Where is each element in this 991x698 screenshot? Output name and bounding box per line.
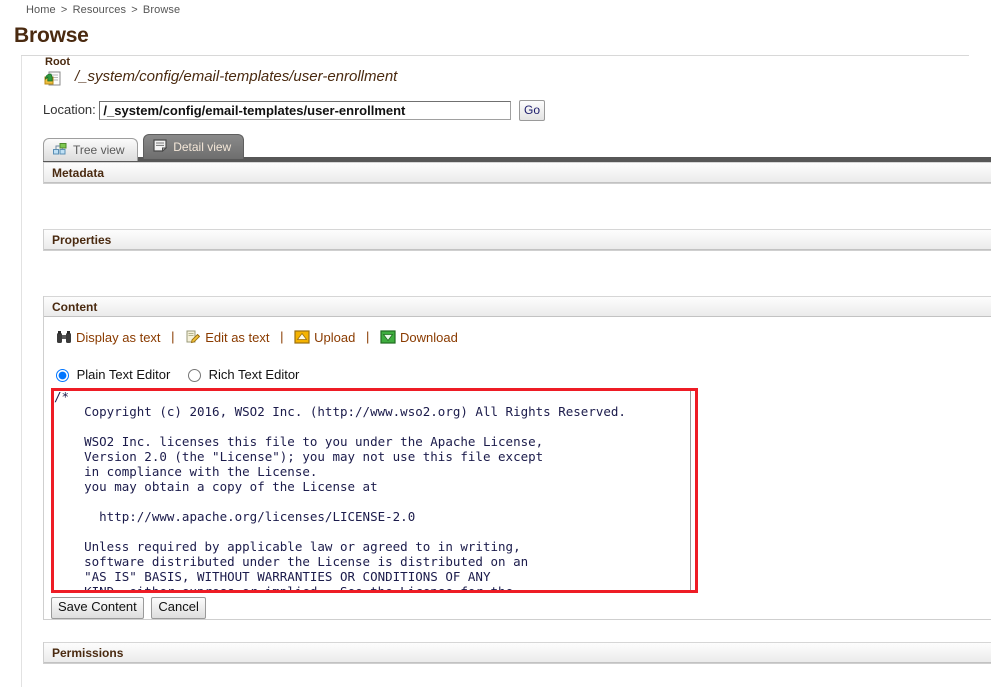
tab-detail-view-label: Detail view xyxy=(173,140,232,154)
location-input[interactable] xyxy=(99,101,512,120)
download-link[interactable]: Download xyxy=(380,330,458,345)
display-as-text-link[interactable]: Display as text xyxy=(56,330,164,345)
view-tabs: Tree view Detail view xyxy=(43,134,991,161)
breadcrumb-item-browse[interactable]: Browse xyxy=(143,4,180,16)
location-label: Location: xyxy=(43,101,96,117)
content-toolbar: Display as text | Edit as text | Upload … xyxy=(44,317,991,345)
root-path: /_system/config/email-templates/user-enr… xyxy=(75,68,398,85)
breadcrumb-separator: > xyxy=(131,4,138,16)
breadcrumb-item-resources[interactable]: Resources xyxy=(73,4,126,16)
upload-arrow-icon xyxy=(294,329,310,345)
toolbar-separator: | xyxy=(280,329,284,345)
tab-tree-view[interactable]: Tree view xyxy=(43,138,138,161)
content-textarea[interactable] xyxy=(51,387,691,591)
panel-properties: Properties xyxy=(43,229,991,251)
plain-text-editor-option[interactable]: Plain Text Editor xyxy=(56,367,174,382)
panel-permissions: Permissions xyxy=(43,641,991,664)
folder-up-icon[interactable] xyxy=(44,70,62,87)
form-actions: Save Content Cancel xyxy=(44,594,991,619)
panel-content-body: Display as text | Edit as text | Upload … xyxy=(44,317,991,619)
panel-permissions-title[interactable]: Permissions xyxy=(44,641,991,663)
detail-view-icon xyxy=(153,139,168,155)
toolbar-separator: | xyxy=(365,329,370,345)
panel-content: Content Display as text | Edit as text |… xyxy=(43,296,991,620)
edit-pencil-icon xyxy=(185,329,201,345)
panel-gap xyxy=(32,251,991,296)
root-label: Root xyxy=(45,56,71,68)
location-row: Location: Go xyxy=(32,100,991,128)
breadcrumb-item-home[interactable]: Home xyxy=(26,4,56,16)
download-label: Download xyxy=(399,329,458,345)
panel-properties-title[interactable]: Properties xyxy=(44,229,991,250)
panel-gap xyxy=(32,184,991,229)
editor-wrap xyxy=(44,382,991,594)
plain-text-editor-radio[interactable] xyxy=(56,368,69,382)
tab-detail-view[interactable]: Detail view xyxy=(143,134,245,159)
editor-mode-group: Plain Text Editor Rich Text Editor xyxy=(44,345,991,382)
panel-metadata-title[interactable]: Metadata xyxy=(44,162,991,183)
upload-label: Upload xyxy=(314,329,356,345)
panel-gap xyxy=(32,620,991,642)
breadcrumb-separator: > xyxy=(60,4,68,16)
breadcrumb: Home > Resources > Browse xyxy=(0,0,991,18)
panel-metadata: Metadata xyxy=(43,162,991,184)
binoculars-icon xyxy=(56,329,72,345)
save-content-button[interactable]: Save Content xyxy=(51,596,144,619)
tree-view-icon xyxy=(53,142,67,158)
page-title: Browse xyxy=(14,24,89,47)
toolbar-separator: | xyxy=(171,329,175,345)
download-arrow-icon xyxy=(380,329,396,345)
cancel-button[interactable]: Cancel xyxy=(151,596,206,619)
rich-text-editor-label: Rich Text Editor xyxy=(208,366,300,382)
edit-as-text-label: Edit as text xyxy=(205,329,270,345)
rich-text-editor-option[interactable]: Rich Text Editor xyxy=(187,366,300,382)
upload-link[interactable]: Upload xyxy=(294,330,359,345)
panel-content-title[interactable]: Content xyxy=(44,296,991,317)
rich-text-editor-radio[interactable] xyxy=(187,368,201,382)
edit-as-text-link[interactable]: Edit as text xyxy=(185,330,273,345)
tab-tree-view-label: Tree view xyxy=(73,143,125,157)
display-as-text-label: Display as text xyxy=(76,329,161,345)
plain-text-editor-label: Plain Text Editor xyxy=(76,366,171,382)
page-body: Root /_system/config/email-templates/use… xyxy=(21,56,991,687)
root-block: Root /_system/config/email-templates/use… xyxy=(32,56,991,100)
go-button[interactable]: Go xyxy=(519,100,546,121)
